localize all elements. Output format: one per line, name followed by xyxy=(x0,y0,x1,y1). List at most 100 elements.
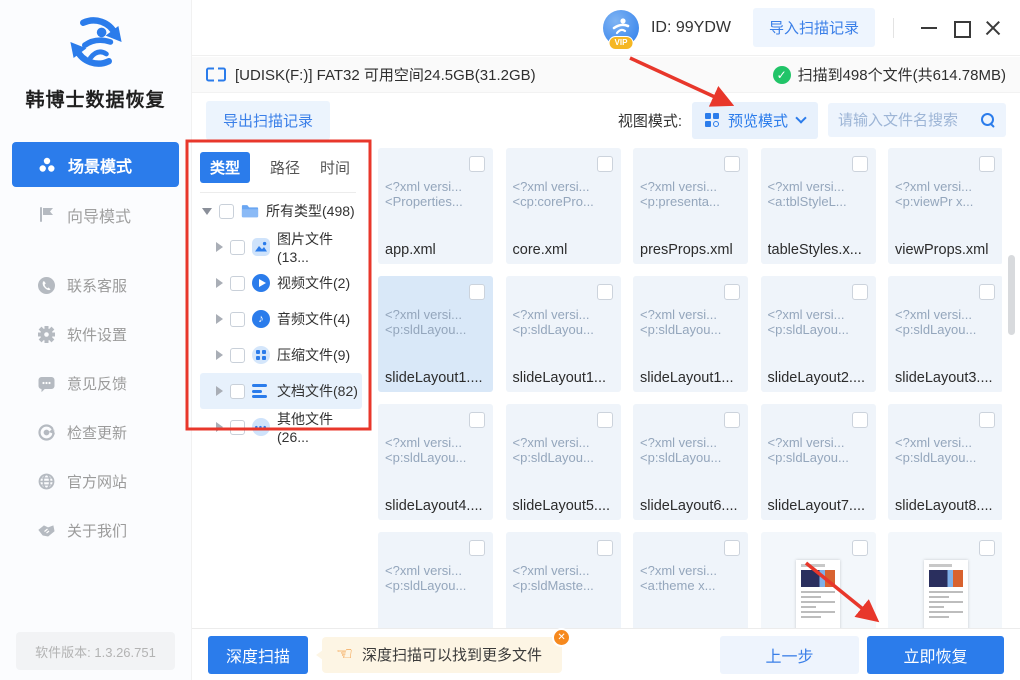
tree-item-label: 其他文件(26... xyxy=(277,411,333,445)
recover-now-button[interactable]: 立即恢复 xyxy=(867,635,1004,674)
file-checkbox[interactable] xyxy=(596,412,613,428)
scan-status-text: 扫描到498个文件(共614.78MB) xyxy=(797,67,1006,84)
caret-right-icon[interactable] xyxy=(216,422,223,432)
import-scan-record-button[interactable]: 导入扫描记录 xyxy=(752,8,875,47)
file-checkbox[interactable] xyxy=(851,156,868,172)
sidebar-item-scene-mode[interactable]: 场景模式 xyxy=(12,142,179,187)
sidebar-item-feedback[interactable]: 意见反馈 xyxy=(0,359,191,408)
file-checkbox[interactable] xyxy=(979,156,995,172)
tree-checkbox[interactable] xyxy=(230,239,245,255)
sidebar-item-about-us[interactable]: 关于我们 xyxy=(0,506,191,555)
file-grid: <?xml versi... <Properties... app.xml <?xm… xyxy=(378,148,1002,628)
file-card[interactable]: <?xml versi... <a:tblStyleL... tableStyles… xyxy=(760,148,876,264)
app-window: 韩博士数据恢复 场景模式 向导模式 联系客服 软件设置 意见反馈 检查更新 官方… xyxy=(0,0,1020,680)
file-checkbox[interactable] xyxy=(469,540,485,556)
file-card[interactable]: <?xml versi... <Properties... app.xml xyxy=(378,148,493,264)
caret-down-icon[interactable] xyxy=(202,207,212,215)
file-checkbox[interactable] xyxy=(724,540,740,556)
grid-scrollbar[interactable] xyxy=(1008,255,1015,335)
close-button[interactable] xyxy=(982,17,1004,39)
minimize-button[interactable] xyxy=(918,17,940,39)
file-checkbox[interactable] xyxy=(979,284,995,300)
tree-checkbox[interactable] xyxy=(230,275,245,291)
file-card[interactable]: <?xml versi... <p:sldLayou... slideLayout3… xyxy=(888,276,1002,392)
file-checkbox[interactable] xyxy=(851,284,868,300)
previous-step-button[interactable]: 上一步 xyxy=(720,635,859,674)
file-checkbox[interactable] xyxy=(724,156,740,172)
sidebar-item-official-site[interactable]: 官方网站 xyxy=(0,457,191,506)
maximize-button[interactable] xyxy=(950,17,972,39)
sidebar-item-settings[interactable]: 软件设置 xyxy=(0,310,191,359)
search-input[interactable] xyxy=(838,111,980,129)
sidebar-item-label: 向导模式 xyxy=(67,208,132,226)
file-card[interactable]: <?xml versi... <cp:corePro... core.xml xyxy=(505,148,621,264)
user-avatar[interactable]: VIP xyxy=(602,9,639,50)
file-card[interactable] xyxy=(888,532,1002,628)
file-card[interactable]: <?xml versi... <p:sldLayou... xyxy=(378,532,493,628)
sidebar-item-check-update[interactable]: 检查更新 xyxy=(0,408,191,457)
tree-checkbox[interactable] xyxy=(230,383,245,399)
caret-right-icon[interactable] xyxy=(216,278,223,288)
file-preview-line: <cp:corePro... xyxy=(512,194,594,209)
file-card[interactable]: <?xml versi... <p:sldMaste... xyxy=(505,532,621,628)
search-icon[interactable] xyxy=(980,112,996,128)
tree-item-all-types[interactable]: 所有类型(498) xyxy=(200,193,362,229)
tree-checkbox[interactable] xyxy=(230,311,245,327)
caret-right-icon[interactable] xyxy=(216,314,223,324)
caret-right-icon[interactable] xyxy=(216,242,223,252)
file-checkbox[interactable] xyxy=(979,540,995,556)
file-card[interactable]: <?xml versi... <p:sldLayou... slideLayout1… xyxy=(633,276,748,392)
tree-checkbox[interactable] xyxy=(219,203,234,219)
tree-item-archive-files[interactable]: 压缩文件(9) xyxy=(200,337,362,373)
file-checkbox[interactable] xyxy=(469,284,485,300)
caret-right-icon[interactable] xyxy=(216,386,223,396)
file-card[interactable]: <?xml versi... <p:sldLayou... slideLayout4… xyxy=(378,404,493,520)
file-card[interactable] xyxy=(760,532,876,628)
tab-type[interactable]: 类型 xyxy=(200,152,251,183)
file-preview-line: <?xml versi... xyxy=(640,563,717,578)
sidebar-item-label: 关于我们 xyxy=(67,523,128,540)
file-card[interactable]: <?xml versi... <a:theme x... xyxy=(633,532,748,628)
file-card[interactable]: <?xml versi... <p:sldLayou... slideLayout1… xyxy=(505,276,621,392)
file-card[interactable]: <?xml versi... <p:sldLayou... slideLayout2… xyxy=(760,276,876,392)
deep-scan-button[interactable]: 深度扫描 xyxy=(208,635,308,674)
file-preview-line: <?xml versi... xyxy=(767,307,845,322)
file-checkbox[interactable] xyxy=(596,284,613,300)
tree-item-image-files[interactable]: 图片文件(13... xyxy=(200,229,362,265)
file-checkbox[interactable] xyxy=(851,540,868,556)
export-scan-record-button[interactable]: 导出扫描记录 xyxy=(206,100,331,140)
caret-right-icon[interactable] xyxy=(216,350,223,360)
file-checkbox[interactable] xyxy=(596,540,613,556)
file-checkbox[interactable] xyxy=(469,412,485,428)
file-checkbox[interactable] xyxy=(724,412,740,428)
tab-time[interactable]: 时间 xyxy=(320,157,350,178)
file-card[interactable]: <?xml versi... <p:presenta... presProps.xm… xyxy=(633,148,748,264)
file-card[interactable]: <?xml versi... <p:sldLayou... slideLayout8… xyxy=(888,404,1002,520)
tip-close-icon[interactable] xyxy=(552,627,572,647)
file-preview-line: <?xml versi... xyxy=(385,435,462,450)
tree-item-other-files[interactable]: 其他文件(26... xyxy=(200,409,362,445)
tree-item-video-files[interactable]: 视频文件(2) xyxy=(200,265,362,301)
file-preview-line: <?xml versi... xyxy=(767,179,845,194)
file-card[interactable]: <?xml versi... <p:sldLayou... slideLayout6… xyxy=(633,404,748,520)
view-mode-dropdown[interactable]: 预览模式 xyxy=(691,101,818,139)
tab-path[interactable]: 路径 xyxy=(270,157,300,178)
tree-item-document-files[interactable]: 文档文件(82) xyxy=(200,373,362,409)
file-card[interactable]: <?xml versi... <p:viewPr x... viewProps.xm… xyxy=(888,148,1002,264)
file-card[interactable]: <?xml versi... <p:sldLayou... slideLayout5… xyxy=(505,404,621,520)
file-preview-line: <p:viewPr x... xyxy=(895,194,974,209)
file-checkbox[interactable] xyxy=(724,284,740,300)
file-checkbox[interactable] xyxy=(979,412,995,428)
sidebar-item-wizard-mode[interactable]: 向导模式 xyxy=(12,192,179,237)
file-card[interactable]: <?xml versi... <p:sldLayou... slideLayout7… xyxy=(760,404,876,520)
sidebar-item-label: 场景模式 xyxy=(68,158,133,176)
app-logo: 韩博士数据恢复 xyxy=(0,0,191,112)
tree-item-audio-files[interactable]: 音频文件(4) xyxy=(200,301,362,337)
file-checkbox[interactable] xyxy=(851,412,868,428)
tree-checkbox[interactable] xyxy=(230,419,245,435)
file-checkbox[interactable] xyxy=(469,156,485,172)
tree-checkbox[interactable] xyxy=(230,347,245,363)
file-card-selected[interactable]: <?xml versi... <p:sldLayou... slideLayout1… xyxy=(378,276,493,392)
sidebar-item-contact-support[interactable]: 联系客服 xyxy=(0,261,191,310)
file-checkbox[interactable] xyxy=(596,156,613,172)
